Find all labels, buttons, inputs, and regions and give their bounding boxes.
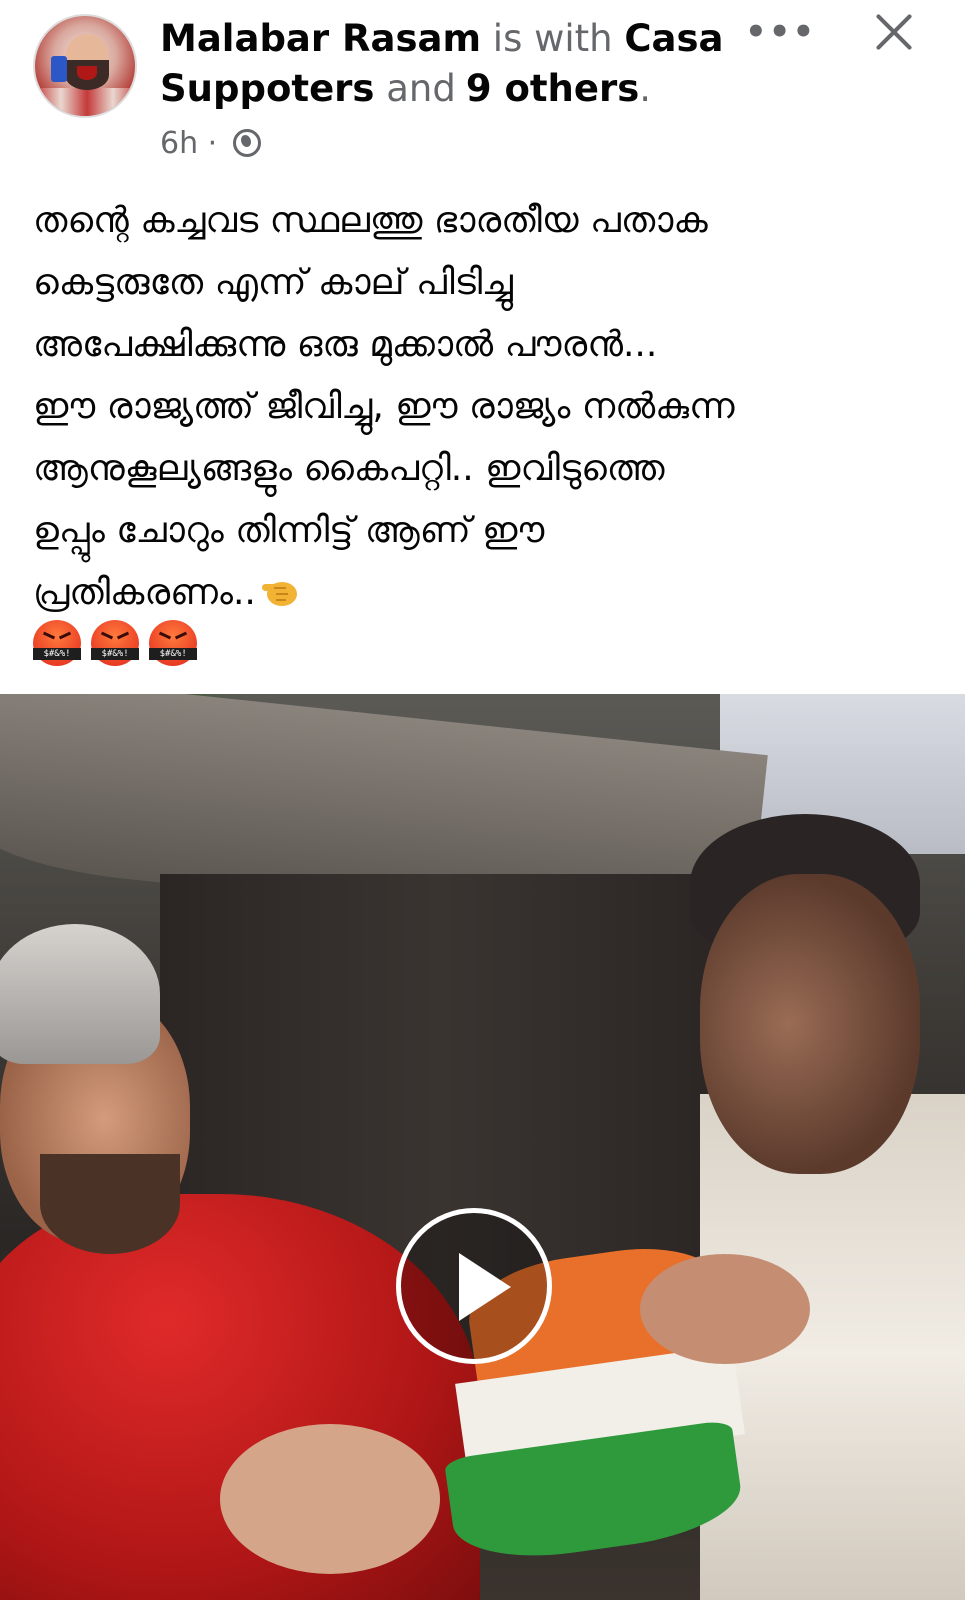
avatar-phone — [51, 56, 67, 82]
tagged-name-part-2[interactable]: Suppoters — [160, 67, 374, 110]
post-text-line: ആനുകൂല്യങ്ങളും കൈപറ്റി.. ഇവിടുത്തെ — [33, 448, 665, 489]
post-meta: 6h · — [160, 124, 261, 164]
post-text-line: ഉപ്പും ചോറും തിന്നിട്ട് ആണ് ഈ — [33, 510, 545, 551]
pointing-finger-icon — [261, 582, 297, 606]
angry-face-icon: $#&%! — [149, 620, 198, 668]
post-text-line: ഈ രാജ്യത്ത് ജീവിച്ചു, ഈ രാജ്യം നൽകുന്ന — [33, 386, 735, 427]
post-text: തന്റെ കച്ചവട സ്ഥലത്തു ഭാരതീയ പതാക കെട്ടര… — [33, 190, 933, 624]
play-icon — [459, 1253, 511, 1321]
post-text-line: കെട്ടരുതേ എന്ന് കാല് പിടിച്ചു — [33, 262, 513, 303]
post-text-line: അപേക്ഷിക്കുന്നു ഒരു മുക്കാൽ പൗരൻ... — [33, 324, 658, 365]
avatar-mouth — [77, 66, 97, 80]
with-connector: is with — [492, 17, 613, 60]
others-link[interactable]: 9 others — [466, 67, 639, 110]
meta-separator: · — [207, 126, 218, 161]
post-time[interactable]: 6h — [160, 126, 198, 161]
post-title-line-2: Suppoters and 9 others. — [160, 64, 651, 114]
video-person-left-cap — [0, 924, 160, 1064]
video-hand-left — [220, 1424, 440, 1574]
angry-face-icon: $#&%! — [91, 620, 140, 668]
author-avatar[interactable] — [33, 14, 137, 118]
video-player[interactable] — [0, 694, 965, 1600]
post-text-line: പ്രതികരണം.. — [33, 572, 256, 613]
avatar-crowd — [35, 88, 135, 116]
angry-face-censor: $#&%! — [149, 648, 198, 660]
video-hand-right — [640, 1254, 810, 1364]
angry-face-censor: $#&%! — [33, 648, 81, 660]
post-header: Malabar Rasam is with Casa Suppoters and… — [0, 0, 965, 175]
angry-emoji-row: $#&%! $#&%! $#&%! — [33, 620, 202, 668]
video-person-right-head — [700, 874, 920, 1174]
more-options-icon[interactable]: ••• — [745, 14, 814, 50]
play-button[interactable] — [396, 1208, 552, 1364]
author-name[interactable]: Malabar Rasam — [160, 17, 481, 60]
angry-face-icon: $#&%! — [33, 620, 81, 668]
post-title-line-1: Malabar Rasam is with Casa — [160, 14, 724, 64]
globe-icon — [232, 129, 261, 157]
video-person-left-beard — [40, 1154, 180, 1254]
close-icon[interactable] — [872, 10, 916, 54]
post-text-line: തന്റെ കച്ചവട സ്ഥലത്തു ഭാരതീയ പതാക — [33, 200, 708, 241]
and-connector: and — [386, 67, 456, 110]
tagged-name-part-1[interactable]: Casa — [624, 17, 723, 60]
title-period: . — [639, 67, 652, 110]
post-text-line-last: പ്രതികരണം.. — [33, 562, 933, 624]
angry-face-censor: $#&%! — [91, 648, 140, 660]
